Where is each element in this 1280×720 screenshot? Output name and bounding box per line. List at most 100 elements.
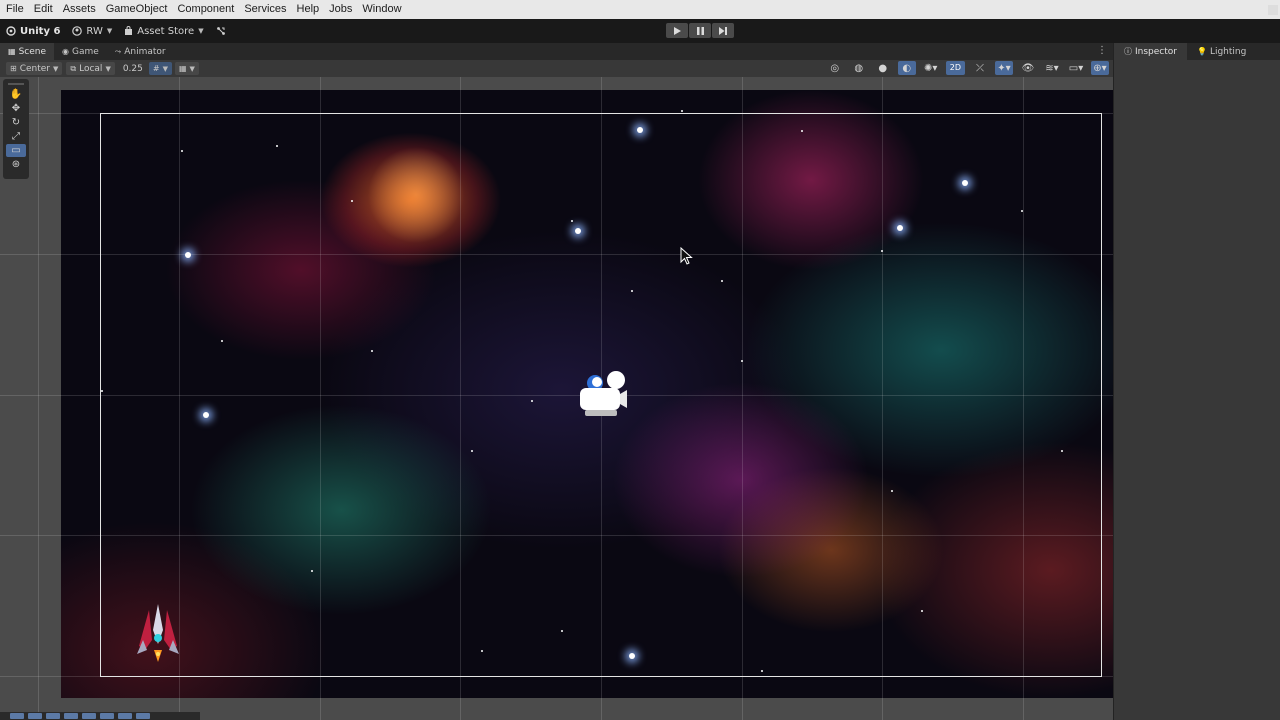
menu-bar: File Edit Assets GameObject Component Se… [0,0,1280,19]
star [681,110,683,112]
menu-jobs[interactable]: Jobs [324,0,357,19]
overlay-tool-icon[interactable] [136,713,150,719]
unity-version-button[interactable]: Unity 6 [0,19,66,43]
chevron-down-icon: ▼ [198,27,204,35]
shopping-bag-icon [125,26,133,35]
step-button[interactable] [712,23,734,38]
tab-scene-label: Scene [18,46,47,57]
overlay-tool-icon[interactable] [10,713,24,719]
overlay-tool-icon[interactable] [100,713,114,719]
menu-services[interactable]: Services [239,0,291,19]
pivot-space-dropdown[interactable]: ⧉ Local ▼ [66,62,115,75]
inspector-panel: ⓘ Inspector 💡 Lighting [1113,43,1280,720]
main-toolbar: Unity 6 RW ▼ Asset Store ▼ [0,19,1280,43]
asset-store-label: Asset Store [137,25,195,37]
tab-animator[interactable]: ⤳ Animator [107,43,174,60]
lighting-fx-icon[interactable]: ✺▾ [922,61,940,75]
tab-lighting-label: Lighting [1209,46,1247,57]
scene-toolbar: ⊞ Center ▼ ⧉ Local ▼ 0.25 # ▼ ▦ ▼ ◎ ◍ ● … [0,60,1113,77]
play-icon [673,26,681,35]
tab-inspector[interactable]: ⓘ Inspector [1114,43,1187,60]
palette-drag-handle[interactable] [8,83,24,85]
hand-tool-icon[interactable]: ✋ [6,88,26,101]
tab-scene[interactable]: ▦ Scene [0,43,55,60]
gizmos-icon[interactable]: ⊕▾ [1091,61,1109,75]
tab-game-label: Game [72,46,99,57]
version-control-icon [216,27,225,35]
playmode-controls [666,23,734,38]
menu-gameobject[interactable]: GameObject [101,0,173,19]
account-icon [72,26,83,36]
chevron-down-icon: ▼ [53,64,59,73]
scene-view-tools: ◎ ◍ ● ◐ ✺▾ 2D ⤫ ✦▾ 👁 ≋▾ ▭▾ ⊕▾ [826,61,1109,75]
effects-icon[interactable]: ✦▾ [995,61,1013,75]
hidden-objects-icon[interactable]: 👁 [1019,61,1037,75]
rotate-tool-icon[interactable]: ↻ [6,116,26,129]
window-close-icon[interactable] [1268,5,1278,15]
grid-visibility-dropdown[interactable]: ▦ ▼ [174,62,199,75]
overlay-tool-icon[interactable] [64,713,78,719]
move-tool-icon[interactable]: ✥ [6,102,26,115]
step-icon [719,26,727,35]
render-mode-icon[interactable]: ◐ [897,61,916,75]
shaded-wireframe-icon[interactable]: ◍ [850,61,868,75]
pause-icon [696,26,704,35]
menu-assets[interactable]: Assets [58,0,101,19]
overlay-tool-icon[interactable] [118,713,132,719]
tab-lighting[interactable]: 💡 Lighting [1187,43,1256,60]
pause-button[interactable] [689,23,711,38]
account-label: RW [86,25,103,37]
inspector-tabs: ⓘ Inspector 💡 Lighting [1114,43,1280,60]
camera-settings-icon[interactable]: ▭▾ [1067,61,1085,75]
snap-increment-value[interactable]: 0.25 [123,64,143,74]
lightbulb-icon: 💡 [1196,47,1207,56]
spaceship-sprite[interactable] [133,600,183,664]
menu-file[interactable]: File [0,0,29,19]
camera-gizmo-icon[interactable] [577,368,629,420]
mode-2d-toggle[interactable]: 2D [945,61,965,75]
grid-snap-icon: # [152,64,160,73]
menu-window[interactable]: Window [357,0,406,19]
menu-help[interactable]: Help [292,0,325,19]
tab-game[interactable]: ◉ Game [54,43,107,60]
pivot-space-label: Local [79,63,103,74]
pivot-icon: ⊞ [10,64,17,73]
overlay-tool-icon[interactable] [46,713,60,719]
scene-tabs: ▦ Scene ◉ Game ⤳ Animator ⋮ [0,43,1113,60]
animator-icon: ⤳ [114,46,122,56]
grid-line [38,77,39,720]
local-space-icon: ⧉ [70,63,77,73]
audio-mute-icon[interactable]: ⤫ [971,61,989,75]
chevron-down-icon: ▼ [162,64,168,73]
tab-inspector-label: Inspector [1135,46,1177,57]
pivot-mode-label: Center [19,63,50,74]
scale-tool-icon[interactable]: ⤢ [6,130,26,143]
grid-snap-dropdown[interactable]: # ▼ [148,62,172,75]
grid-icon: ▦ [178,64,187,73]
menu-component[interactable]: Component [172,0,239,19]
gamepad-icon: ◉ [62,47,69,56]
overlay-tool-icon[interactable] [82,713,96,719]
tab-animator-label: Animator [124,46,166,57]
more-options-icon[interactable]: ⋮ [1097,45,1107,56]
overlay-toolbar [0,712,200,720]
transform-tool-icon[interactable]: ⊛ [6,158,26,171]
pivot-mode-dropdown[interactable]: ⊞ Center ▼ [6,62,63,75]
chevron-down-icon: ▼ [105,64,111,73]
play-button[interactable] [666,23,688,38]
tool-palette: ✋ ✥ ↻ ⤢ ▭ ⊛ [3,79,29,179]
layers-icon[interactable]: ≋▾ [1043,61,1061,75]
global-orientation-icon[interactable]: ◎ [826,61,844,75]
shaded-sphere-icon[interactable]: ● [874,61,892,75]
info-icon: ⓘ [1124,47,1132,56]
unity-version-label: Unity 6 [20,25,61,37]
chevron-down-icon: ▼ [106,27,113,35]
scene-grid-icon: ▦ [8,47,16,56]
rect-tool-icon[interactable]: ▭ [6,144,26,157]
account-dropdown[interactable]: RW ▼ [66,19,118,43]
scene-view[interactable] [0,77,1113,720]
version-control-button[interactable] [210,19,232,43]
asset-store-dropdown[interactable]: Asset Store ▼ [118,19,209,43]
menu-edit[interactable]: Edit [29,0,58,19]
overlay-tool-icon[interactable] [28,713,42,719]
